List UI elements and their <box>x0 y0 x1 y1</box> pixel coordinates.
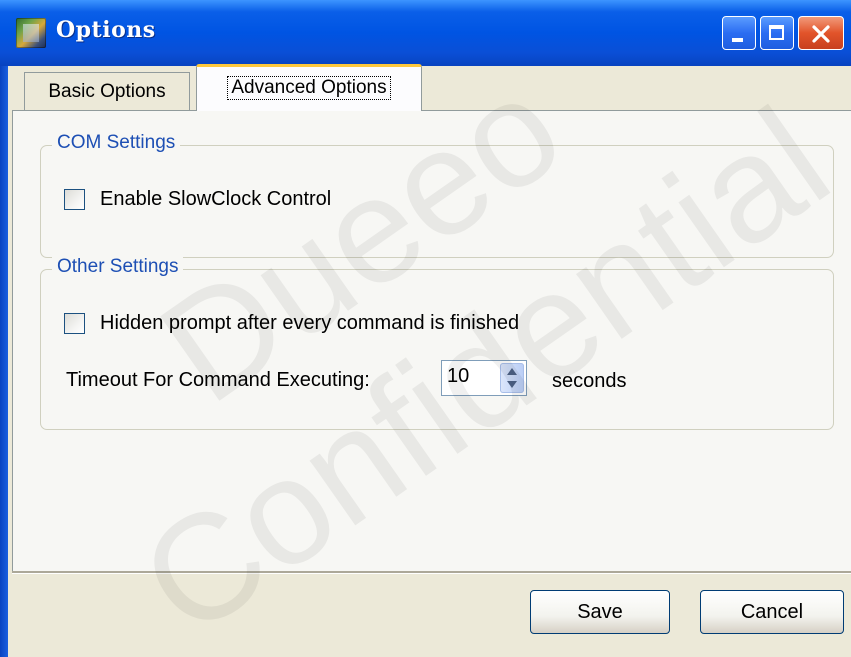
hidden-prompt-option[interactable]: Hidden prompt after every command is fin… <box>64 312 519 335</box>
button-bar-separator <box>12 571 851 574</box>
spinner-buttons[interactable] <box>500 363 524 393</box>
minimize-icon <box>732 38 743 42</box>
enable-slowclock-label: Enable SlowClock Control <box>100 188 332 210</box>
other-settings-group <box>40 269 834 430</box>
hidden-prompt-checkbox[interactable] <box>64 313 85 334</box>
enable-slowclock-checkbox[interactable] <box>64 189 85 210</box>
enable-slowclock-option[interactable]: Enable SlowClock Control <box>64 188 331 211</box>
maximize-icon <box>769 25 784 40</box>
app-icon <box>16 18 46 48</box>
tab-advanced-options[interactable]: Advanced Options <box>196 64 422 111</box>
timeout-value[interactable]: 10 <box>447 365 469 388</box>
tab-basic-options-label: Basic Options <box>48 81 166 102</box>
tab-basic-options[interactable]: Basic Options <box>24 72 190 110</box>
maximize-button[interactable] <box>760 16 794 50</box>
title-bar[interactable]: Options <box>0 0 851 66</box>
close-button[interactable] <box>798 16 844 50</box>
cancel-button[interactable]: Cancel <box>700 590 844 634</box>
minimize-button[interactable] <box>722 16 756 50</box>
close-icon <box>812 25 830 43</box>
com-settings-legend: COM Settings <box>52 132 181 154</box>
tab-advanced-options-label: Advanced Options <box>227 76 391 100</box>
spin-up-icon[interactable] <box>507 368 517 375</box>
timeout-label: Timeout For Command Executing: <box>66 369 370 391</box>
timeout-spinner[interactable]: 10 <box>441 360 527 396</box>
other-settings-legend: Other Settings <box>52 256 184 278</box>
save-button-label: Save <box>577 600 623 623</box>
hidden-prompt-label: Hidden prompt after every command is fin… <box>100 312 520 334</box>
timeout-unit-label: seconds <box>552 370 627 392</box>
window-title: Options <box>56 17 156 43</box>
spin-down-icon[interactable] <box>507 381 517 388</box>
options-dialog: Options Basic Options Advanced Options C… <box>0 0 851 657</box>
save-button[interactable]: Save <box>530 590 670 634</box>
window-frame-left <box>0 66 8 657</box>
cancel-button-label: Cancel <box>740 600 804 623</box>
